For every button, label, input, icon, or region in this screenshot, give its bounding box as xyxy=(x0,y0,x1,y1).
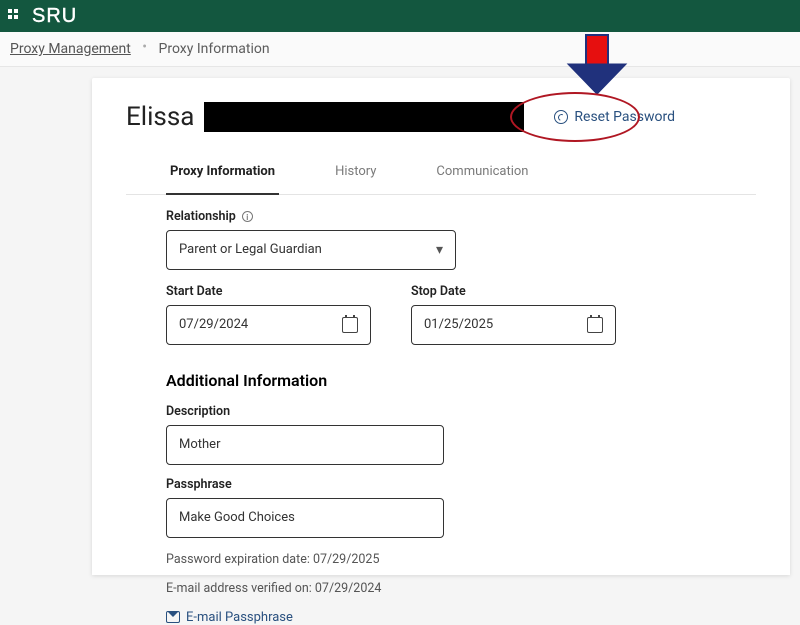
tab-proxy-information[interactable]: Proxy Information xyxy=(166,152,279,195)
start-date-input[interactable]: 07/29/2024 xyxy=(166,305,371,345)
reset-password-link[interactable]: Reset Password xyxy=(554,109,675,125)
breadcrumb-current: Proxy Information xyxy=(159,41,270,57)
start-date-value: 07/29/2024 xyxy=(179,317,248,332)
top-bar: SRU xyxy=(0,0,800,32)
apps-icon[interactable] xyxy=(8,9,22,23)
passphrase-value: Make Good Choices xyxy=(179,510,295,525)
description-value: Mother xyxy=(179,437,220,452)
calendar-icon[interactable] xyxy=(342,317,358,333)
passphrase-input[interactable]: Make Good Choices xyxy=(166,498,444,538)
description-input[interactable]: Mother xyxy=(166,425,444,465)
info-icon[interactable]: i xyxy=(242,211,253,222)
relationship-value: Parent or Legal Guardian xyxy=(179,242,322,257)
chevron-down-icon: ▾ xyxy=(436,242,443,258)
page-header: Elissa Reset Password xyxy=(126,102,756,132)
refresh-icon xyxy=(554,110,568,124)
form-area: Relationship i Parent or Legal Guardian … xyxy=(126,195,756,625)
tab-communication[interactable]: Communication xyxy=(432,152,532,194)
relationship-label: Relationship i xyxy=(166,209,756,224)
proxy-first-name: Elissa xyxy=(126,102,194,132)
passphrase-label: Passphrase xyxy=(166,477,756,492)
brand-logo: SRU xyxy=(32,5,77,28)
content-card: Elissa Reset Password Proxy Information … xyxy=(92,78,790,575)
tab-history[interactable]: History xyxy=(331,152,380,194)
mail-icon xyxy=(166,611,180,623)
reset-password-label: Reset Password xyxy=(574,109,675,125)
relationship-select[interactable]: Parent or Legal Guardian ▾ xyxy=(166,230,456,270)
tab-bar: Proxy Information History Communication xyxy=(126,152,756,195)
email-passphrase-label: E-mail Passphrase xyxy=(186,610,293,625)
stop-date-input[interactable]: 01/25/2025 xyxy=(411,305,616,345)
description-label: Description xyxy=(166,404,756,419)
breadcrumb: Proxy Management • Proxy Information xyxy=(0,32,800,67)
stop-date-label: Stop Date xyxy=(411,284,616,299)
email-verified-text: E-mail address verified on: 07/29/2024 xyxy=(166,581,756,596)
breadcrumb-root-link[interactable]: Proxy Management xyxy=(10,41,131,57)
calendar-icon[interactable] xyxy=(587,317,603,333)
stop-date-value: 01/25/2025 xyxy=(424,317,493,332)
breadcrumb-separator: • xyxy=(142,39,147,55)
email-passphrase-link[interactable]: E-mail Passphrase xyxy=(166,610,756,625)
password-expiration-text: Password expiration date: 07/29/2025 xyxy=(166,552,756,567)
additional-info-heading: Additional Information xyxy=(166,371,756,390)
redacted-last-name xyxy=(204,102,524,132)
start-date-label: Start Date xyxy=(166,284,371,299)
